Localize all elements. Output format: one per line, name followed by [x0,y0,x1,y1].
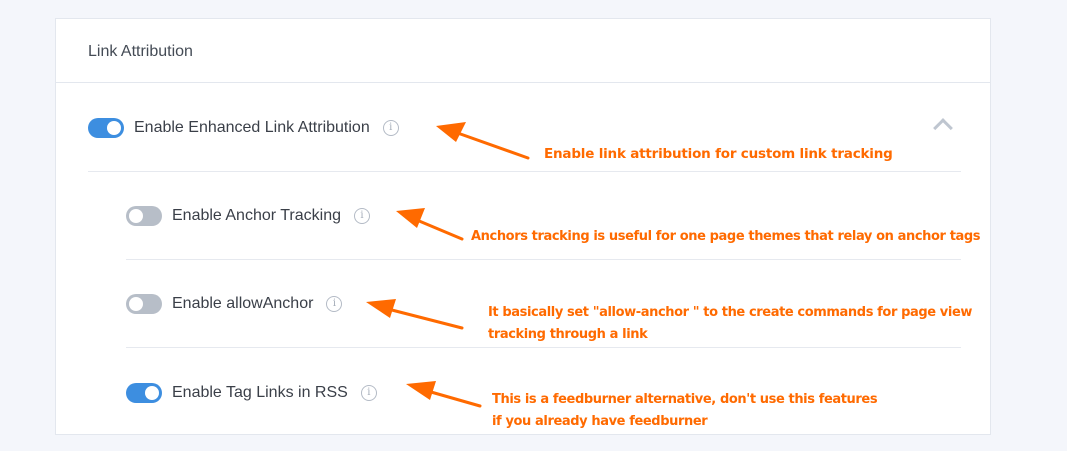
annotation-line: It basically set "allow-anchor " to the … [488,305,972,320]
annotation-note: Enable link attribution for custom link … [544,143,893,165]
annotation-line: if you already have feedburner [492,414,708,429]
annotation-line: Anchors tracking is useful for one page … [471,229,981,244]
arrow-icon [436,122,530,160]
annotation-note: This is a feedburner alternative, don't … [492,389,878,433]
arrow-icon [406,381,482,408]
annotation-note: It basically set "allow-anchor " to the … [488,302,972,346]
annotation-line: This is a feedburner alternative, don't … [492,392,878,407]
annotation-line: Enable link attribution for custom link … [544,146,893,162]
annotation-note: Anchors tracking is useful for one page … [471,226,981,248]
arrow-icon [396,208,464,241]
arrow-icon [366,299,464,330]
annotation-line: tracking through a link [488,327,648,342]
